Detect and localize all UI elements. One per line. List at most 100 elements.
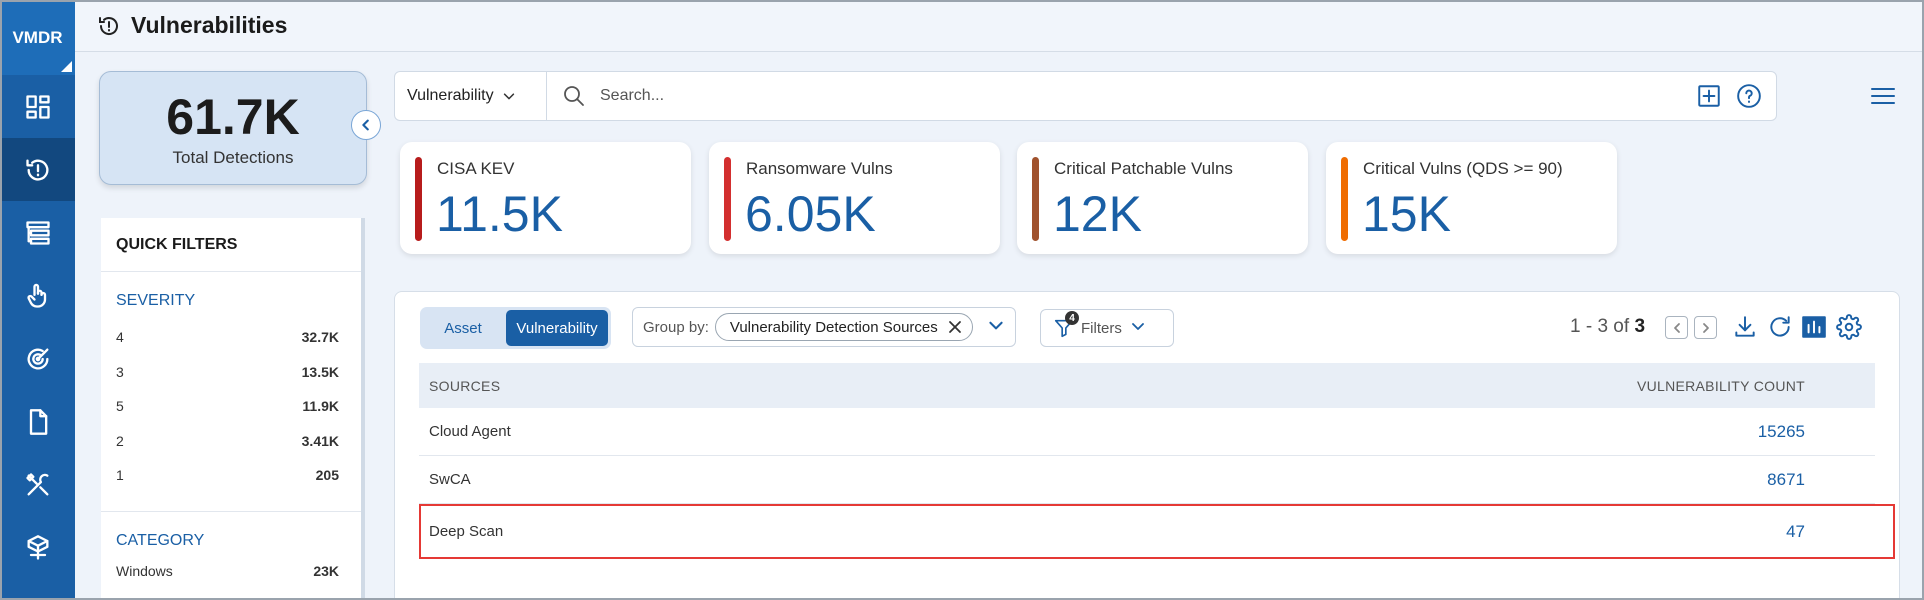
severity-filter-item[interactable]: 1 205: [116, 458, 339, 493]
filters-count-badge: 4: [1065, 311, 1079, 325]
category-filter-item[interactable]: Windows 23K: [116, 554, 339, 589]
filter-count: 205: [315, 467, 339, 484]
source-cell: Cloud Agent: [429, 423, 511, 440]
nav-prioritization[interactable]: [0, 201, 75, 264]
filter-count: 3.41K: [301, 432, 339, 449]
refresh-icon[interactable]: [1767, 314, 1793, 340]
close-icon[interactable]: [948, 320, 962, 334]
dashboard-icon: [25, 94, 50, 119]
severity-filter-item[interactable]: 5 11.9K: [116, 389, 339, 424]
gear-icon[interactable]: [1836, 314, 1862, 340]
results-table: SOURCES VULNERABILITY COUNT Cloud Agent …: [419, 363, 1895, 559]
filter-label: 3: [116, 363, 124, 380]
severity-filter-item[interactable]: 3 13.5K: [116, 355, 339, 390]
stat-card-cisa-kev[interactable]: CISA KEV 11.5K: [400, 142, 691, 254]
stat-value: 6.05K: [745, 186, 876, 242]
app-brand[interactable]: VMDR: [0, 0, 75, 75]
toggle-vulnerability[interactable]: Vulnerability: [506, 310, 608, 346]
search-bar: Vulnerability: [394, 71, 1777, 121]
divider: [101, 510, 361, 512]
group-by-dropdown-toggle[interactable]: [987, 316, 1005, 338]
filter-label: 5: [116, 398, 124, 415]
filter-icon: 4: [1053, 311, 1079, 339]
menu-icon[interactable]: [1870, 84, 1896, 108]
source-cell: SwCA: [429, 471, 471, 488]
stat-label: Critical Vulns (QDS >= 90): [1363, 159, 1563, 178]
group-by-select[interactable]: Group by: Vulnerability Detection Source…: [632, 307, 1016, 347]
chevron-left-icon: [1673, 322, 1680, 333]
severity-filter-item[interactable]: 2 3.41K: [116, 424, 339, 459]
total-detections-card: 61.7K Total Detections: [99, 71, 367, 185]
table-header: SOURCES VULNERABILITY COUNT: [419, 363, 1875, 408]
view-toggle: Asset Vulnerability: [420, 307, 611, 349]
pagination-range: 1 - 3 of: [1570, 316, 1630, 337]
filter-label: Windows: [116, 562, 173, 579]
stat-label: CISA KEV: [437, 159, 515, 178]
severity-heading: SEVERITY: [116, 292, 196, 309]
chart-view-icon[interactable]: [1801, 314, 1827, 340]
vulnerability-icon: [99, 16, 118, 35]
search-icon: [562, 84, 586, 108]
group-by-label: Group by:: [643, 318, 709, 336]
chevron-down-icon: [1122, 318, 1146, 338]
module-switcher-corner-icon: [61, 61, 72, 72]
collapse-panel-button[interactable]: [351, 110, 381, 140]
stat-card-critical-qds[interactable]: Critical Vulns (QDS >= 90) 15K: [1326, 142, 1617, 254]
add-query-icon[interactable]: [1696, 83, 1722, 109]
source-cell: Deep Scan: [429, 523, 504, 540]
filter-label: 4: [116, 329, 124, 346]
count-link[interactable]: 15265: [1758, 422, 1875, 442]
filter-count: 32.7K: [301, 329, 339, 346]
nav-response[interactable]: [0, 264, 75, 327]
severity-filter-item[interactable]: 4 32.7K: [116, 320, 339, 355]
page-header: Vulnerabilities: [75, 0, 1924, 52]
help-icon[interactable]: [1736, 83, 1762, 109]
nav-configuration[interactable]: [0, 453, 75, 516]
nav-reports[interactable]: [0, 390, 75, 453]
table-row-highlighted[interactable]: Deep Scan 47: [419, 504, 1895, 559]
toggle-asset[interactable]: Asset: [423, 310, 503, 346]
filter-label: 2: [116, 432, 124, 449]
stat-value: 15K: [1362, 186, 1451, 242]
list-stack-icon: [25, 220, 50, 245]
nav-scans[interactable]: [0, 327, 75, 390]
chevron-down-icon: [989, 321, 1003, 330]
category-heading: CATEGORY: [116, 531, 205, 549]
column-header-sources[interactable]: SOURCES: [419, 378, 1637, 394]
count-link[interactable]: 47: [1786, 522, 1895, 542]
results-panel: Asset Vulnerability Group by: Vulnerabil…: [394, 291, 1900, 600]
filter-count: 11.9K: [302, 398, 339, 415]
stat-color-bar: [1032, 157, 1039, 241]
stat-card-critical-patchable[interactable]: Critical Patchable Vulns 12K: [1017, 142, 1308, 254]
nav-assets[interactable]: [0, 516, 75, 579]
stat-color-bar: [415, 157, 422, 241]
stat-card-ransomware[interactable]: Ransomware Vulns 6.05K: [709, 142, 1000, 254]
vulnerability-icon: [25, 159, 48, 181]
next-page-button[interactable]: [1694, 316, 1717, 339]
quick-filters-title: QUICK FILTERS: [101, 218, 361, 272]
tools-icon: [25, 472, 48, 495]
stat-label: Critical Patchable Vulns: [1054, 159, 1233, 178]
prev-page-button[interactable]: [1665, 316, 1688, 339]
filter-count: 13.5K: [301, 363, 339, 380]
page-title: Vulnerabilities: [131, 12, 288, 38]
table-row[interactable]: Cloud Agent 15265: [419, 408, 1875, 456]
document-icon: [29, 408, 47, 435]
nav-vulnerabilities[interactable]: [0, 138, 75, 201]
count-link[interactable]: 8671: [1767, 470, 1875, 490]
stat-value: 12K: [1053, 186, 1142, 242]
chevron-right-icon: [1702, 322, 1709, 333]
group-by-value: Vulnerability Detection Sources: [729, 318, 938, 336]
search-input[interactable]: [600, 87, 1696, 105]
filter-count: 23K: [313, 562, 339, 579]
radar-icon: [27, 348, 49, 370]
nav-dashboard[interactable]: [0, 75, 75, 138]
download-icon[interactable]: [1732, 314, 1758, 340]
hand-pointer-icon: [26, 283, 46, 308]
column-header-count[interactable]: VULNERABILITY COUNT: [1637, 378, 1875, 394]
table-row[interactable]: SwCA 8671: [419, 456, 1875, 504]
search-type-dropdown[interactable]: Vulnerability: [395, 72, 547, 120]
filter-label: 1: [116, 467, 124, 484]
filters-button[interactable]: 4 Filters: [1040, 309, 1174, 347]
cube-stack-icon: [27, 534, 48, 560]
